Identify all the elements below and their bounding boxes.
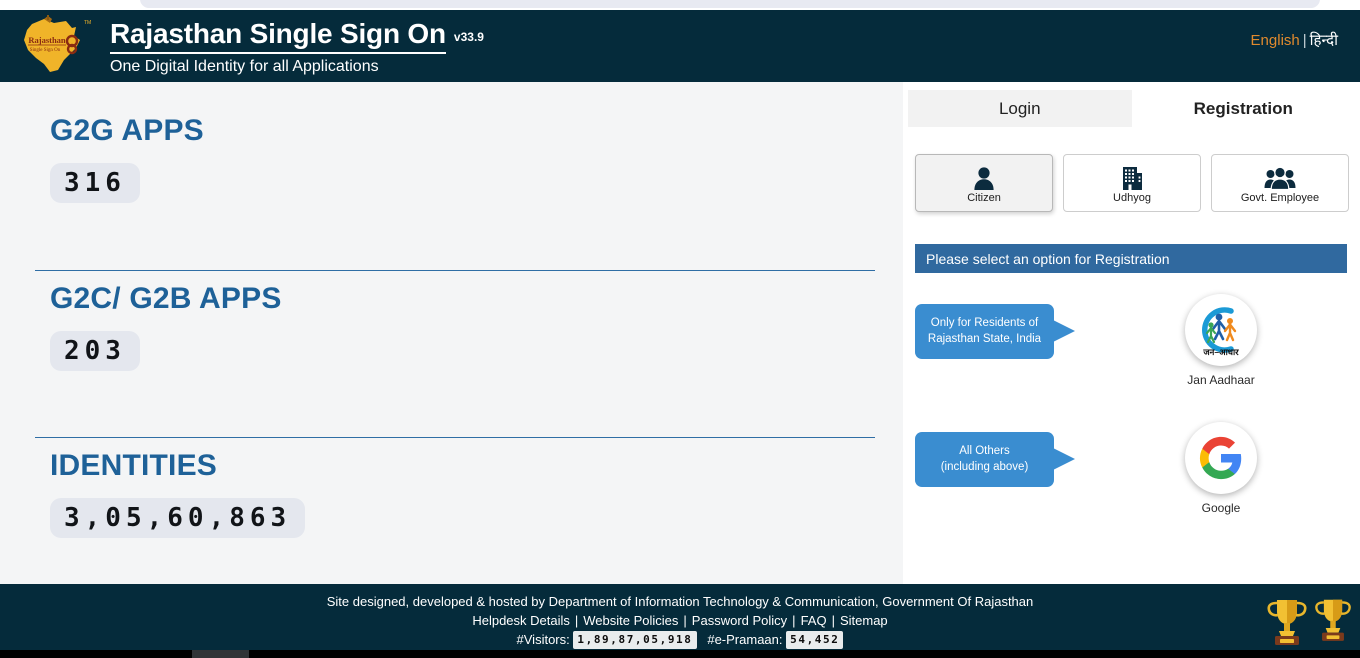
footer-pipe: |: [831, 612, 835, 628]
browser-chrome-sliver: [0, 0, 1360, 10]
os-taskbar: [0, 650, 1360, 658]
footer-link-helpdesk-details[interactable]: Helpdesk Details: [472, 613, 570, 628]
option-card-label: Citizen: [967, 192, 1001, 204]
option-card-udhyog[interactable]: Udhyog: [1063, 154, 1201, 212]
jan-aadhaar-logo: जन–आधार: [1202, 307, 1239, 357]
language-english[interactable]: English: [1251, 32, 1300, 49]
footer-pipe: |: [683, 612, 687, 628]
visitors-label: #Visitors:: [516, 631, 570, 647]
stat-g2c-g2b-apps: G2C/ G2B APPS 203: [50, 282, 282, 371]
stat-counter-value: 316: [50, 163, 140, 203]
footer-links-row: Helpdesk Details | Website Policies | Passwo…: [0, 612, 1360, 631]
footer-text-block: Site designed, developed & hosted by Dep…: [0, 584, 1360, 650]
brand-divider: [110, 51, 446, 54]
site-header: Rajasthan Single Sign On TM Rajasthan Si…: [0, 10, 1360, 82]
footer-pipe: |: [574, 612, 579, 628]
trophy-icon: [1315, 599, 1351, 641]
stat-divider-1: [35, 270, 875, 271]
taskbar-window-chip[interactable]: [192, 650, 249, 658]
stat-identities: IDENTITIES 3,05,60,863: [50, 449, 306, 538]
footer-link-password-policy[interactable]: Password Policy: [692, 613, 787, 628]
footer-credit-line: Site designed, developed & hosted by Dep…: [326, 594, 1034, 609]
stat-counter-value: 3,05,60,863: [50, 498, 306, 538]
footer-link-faq[interactable]: FAQ: [801, 613, 827, 628]
option-card-label: Udhyog: [1113, 192, 1151, 204]
auth-tabs: Login Registration: [908, 90, 1355, 127]
brand-block: Rajasthan Single Sign On v33.9 One Digit…: [110, 16, 484, 76]
callout-google: All Others (including above): [915, 432, 1075, 487]
version-label: v33.9: [453, 30, 484, 45]
browser-tab-stub: [140, 0, 1320, 8]
tab-login[interactable]: Login: [908, 90, 1132, 127]
option-card-govt-employee[interactable]: Govt. Employee: [1211, 154, 1349, 212]
callout-line-2: Rajasthan State, India: [927, 332, 1042, 345]
tab-registration[interactable]: Registration: [1131, 90, 1355, 127]
svg-text:Single Sign On: Single Sign On: [30, 48, 61, 53]
callout-line-1: All Others: [959, 444, 1010, 457]
person-icon: [973, 162, 995, 190]
visitors-counter: 1,89,87,05,918: [573, 631, 697, 650]
jan-aadhaar-button[interactable]: जन–आधार: [1185, 294, 1257, 366]
statistics-pane: G2G APPS 316 G2C/ G2B APPS 203 IDENTITIE…: [0, 82, 903, 584]
stat-title: G2C/ G2B APPS: [50, 282, 282, 315]
svg-text:Rajasthan: Rajasthan: [28, 35, 66, 45]
provider-name: Jan Aadhaar: [1187, 373, 1255, 387]
language-separator: |: [1302, 32, 1307, 49]
trophy-icon: [1267, 600, 1307, 645]
google-g-logo: [1199, 436, 1242, 480]
main-body: G2G APPS 316 G2C/ G2B APPS 203 IDENTITIE…: [0, 82, 1360, 584]
option-card-citizen[interactable]: Citizen: [915, 154, 1053, 212]
provider-row-google: All Others (including above) Google: [915, 422, 1350, 532]
language-hindi[interactable]: हिन्दी: [1310, 32, 1338, 49]
sso-portal-page: Rajasthan Single Sign On TM Rajasthan Si…: [0, 0, 1360, 658]
language-switcher: English | हिन्दी: [1251, 30, 1338, 50]
callout-line-1: Only for Residents of: [930, 316, 1039, 329]
rajasthan-state-map-logo: Rajasthan Single Sign On TM: [24, 15, 91, 72]
stat-divider-2: [35, 437, 875, 438]
stat-title: IDENTITIES: [50, 449, 218, 482]
brand-tagline: One Digital Identity for all Application…: [110, 57, 379, 75]
provider-google: Google: [1171, 422, 1271, 515]
callout-line-2: (including above): [940, 460, 1029, 473]
registration-option-cards: Citizen Udhyog Govt. Employee: [915, 154, 1350, 212]
registration-prompt-banner: Please select an option for Registration: [915, 244, 1347, 273]
svg-text:TM: TM: [84, 20, 91, 26]
award-trophies: [1264, 594, 1354, 646]
footer-pipe: |: [792, 612, 796, 628]
site-logo[interactable]: Rajasthan Single Sign On TM: [8, 10, 100, 82]
callout-jan-aadhaar: Only for Residents of Rajasthan State, I…: [915, 304, 1075, 359]
building-icon: [1120, 162, 1144, 190]
provider-jan-aadhaar: जन–आधार Jan Aadhaar: [1171, 294, 1271, 387]
stat-g2g-apps: G2G APPS 316: [50, 114, 204, 203]
epramaan-label: #e-Pramaan:: [707, 631, 783, 647]
provider-row-jan-aadhaar: Only for Residents of Rajasthan State, I…: [915, 294, 1350, 404]
google-button[interactable]: [1185, 422, 1257, 494]
provider-name: Google: [1201, 501, 1241, 515]
site-footer: Site designed, developed & hosted by Dep…: [0, 584, 1360, 650]
option-card-label: Govt. Employee: [1240, 192, 1320, 204]
group-people-icon: [1264, 162, 1296, 190]
epramaan-counter: 54,452: [786, 631, 844, 650]
svg-text:जन–आधार: जन–आधार: [1202, 347, 1239, 357]
footer-link-website-policies[interactable]: Website Policies: [583, 613, 678, 628]
stat-counter-value: 203: [50, 331, 140, 371]
footer-link-sitemap[interactable]: Sitemap: [840, 613, 888, 628]
page-title: Rajasthan Single Sign On: [110, 18, 446, 50]
stat-title: G2G APPS: [50, 114, 204, 147]
footer-counters-row: #Visitors: 1,89,87,05,918 #e-Pramaan: 54…: [0, 631, 1360, 650]
auth-panel: Login Registration Citizen Udhyog Govt. …: [903, 82, 1360, 584]
